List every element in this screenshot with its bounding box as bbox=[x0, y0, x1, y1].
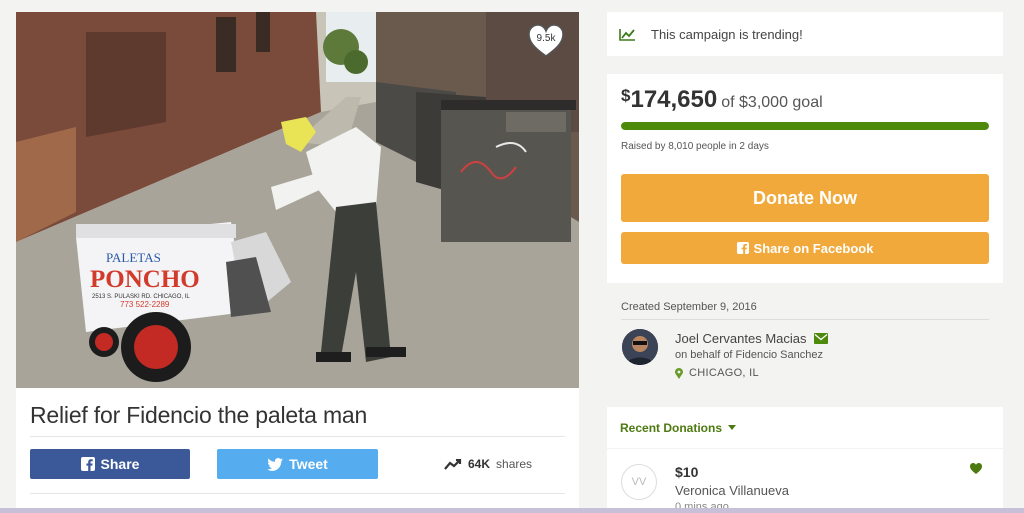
tweet-label: Tweet bbox=[289, 456, 328, 472]
progress-fill bbox=[621, 122, 989, 130]
cart-name-text: PONCHO bbox=[90, 266, 200, 293]
campaign-info-card: Relief for Fidencio the paleta man Share… bbox=[16, 388, 579, 513]
donation-list-item: VV $10 Veronica Villanueva 0 mins ago bbox=[607, 449, 1003, 513]
location-text: CHICAGO, IL bbox=[689, 367, 759, 379]
campaign-title: Relief for Fidencio the paleta man bbox=[30, 402, 368, 428]
donation-amount: $10 bbox=[675, 464, 699, 480]
progress-bar bbox=[621, 122, 989, 130]
organizer-name-text: Joel Cervantes Macias bbox=[675, 331, 807, 346]
created-date: Created September 9, 2016 bbox=[621, 301, 757, 313]
donor-avatar: VV bbox=[621, 464, 657, 500]
divider bbox=[30, 436, 565, 437]
donor-name: Veronica Villanueva bbox=[675, 483, 789, 498]
likes-count: 9.5k bbox=[536, 33, 556, 44]
trending-chart-icon bbox=[619, 28, 635, 41]
shares-word: shares bbox=[496, 457, 533, 471]
cart-brand-text: PALETAS bbox=[106, 250, 161, 265]
amount-raised: $ 174,650 of $3,000 goal bbox=[621, 86, 823, 114]
donate-now-button[interactable]: Donate Now bbox=[621, 174, 989, 222]
recent-donations-label: Recent Donations bbox=[620, 420, 723, 435]
goal-text: of $3,000 goal bbox=[721, 94, 823, 111]
organizer-location: CHICAGO, IL bbox=[675, 367, 759, 379]
currency-symbol: $ bbox=[621, 86, 631, 105]
organizer-name[interactable]: Joel Cervantes Macias bbox=[675, 331, 828, 346]
caret-down-icon bbox=[728, 425, 737, 430]
trending-text: This campaign is trending! bbox=[651, 26, 803, 42]
shares-counter: 64K shares bbox=[444, 457, 532, 471]
favorite-badge[interactable]: 9.5k bbox=[527, 23, 565, 59]
page-bottom-edge bbox=[0, 508, 1024, 513]
divider bbox=[621, 319, 989, 320]
raised-by-text: Raised by 8,010 people in 2 days bbox=[621, 141, 769, 152]
map-pin-icon bbox=[675, 367, 683, 379]
facebook-icon bbox=[80, 457, 95, 471]
shares-count: 64K bbox=[468, 457, 491, 471]
beneficiary-text: on behalf of Fidencio Sanchez bbox=[675, 349, 823, 361]
tweet-button[interactable]: Tweet bbox=[217, 449, 378, 479]
raised-amount: 174,650 bbox=[630, 86, 718, 113]
recent-donations-toggle[interactable]: Recent Donations bbox=[607, 407, 1003, 448]
cart-phone-text: 773 522-2289 bbox=[120, 300, 170, 309]
facebook-share-button[interactable]: Share bbox=[30, 449, 190, 479]
envelope-icon[interactable] bbox=[813, 333, 828, 344]
share-on-facebook-button[interactable]: Share on Facebook bbox=[621, 232, 989, 264]
trending-arrow-icon bbox=[444, 458, 462, 470]
organizer-avatar[interactable] bbox=[622, 329, 658, 365]
twitter-bird-icon bbox=[267, 457, 284, 471]
campaign-photo: PALETAS PONCHO 2513 S. PULASKI RD. CHICA… bbox=[16, 12, 579, 388]
divider bbox=[30, 493, 565, 494]
trending-banner: This campaign is trending! bbox=[607, 12, 1003, 56]
heart-icon[interactable] bbox=[970, 463, 982, 474]
funding-card: $ 174,650 of $3,000 goal Raised by 8,010… bbox=[607, 74, 1003, 283]
fb-share-label: Share on Facebook bbox=[753, 240, 874, 256]
organizer-section: Created September 9, 2016 Joel Cervantes… bbox=[607, 284, 1003, 389]
facebook-icon bbox=[736, 242, 749, 254]
share-label: Share bbox=[100, 456, 140, 472]
